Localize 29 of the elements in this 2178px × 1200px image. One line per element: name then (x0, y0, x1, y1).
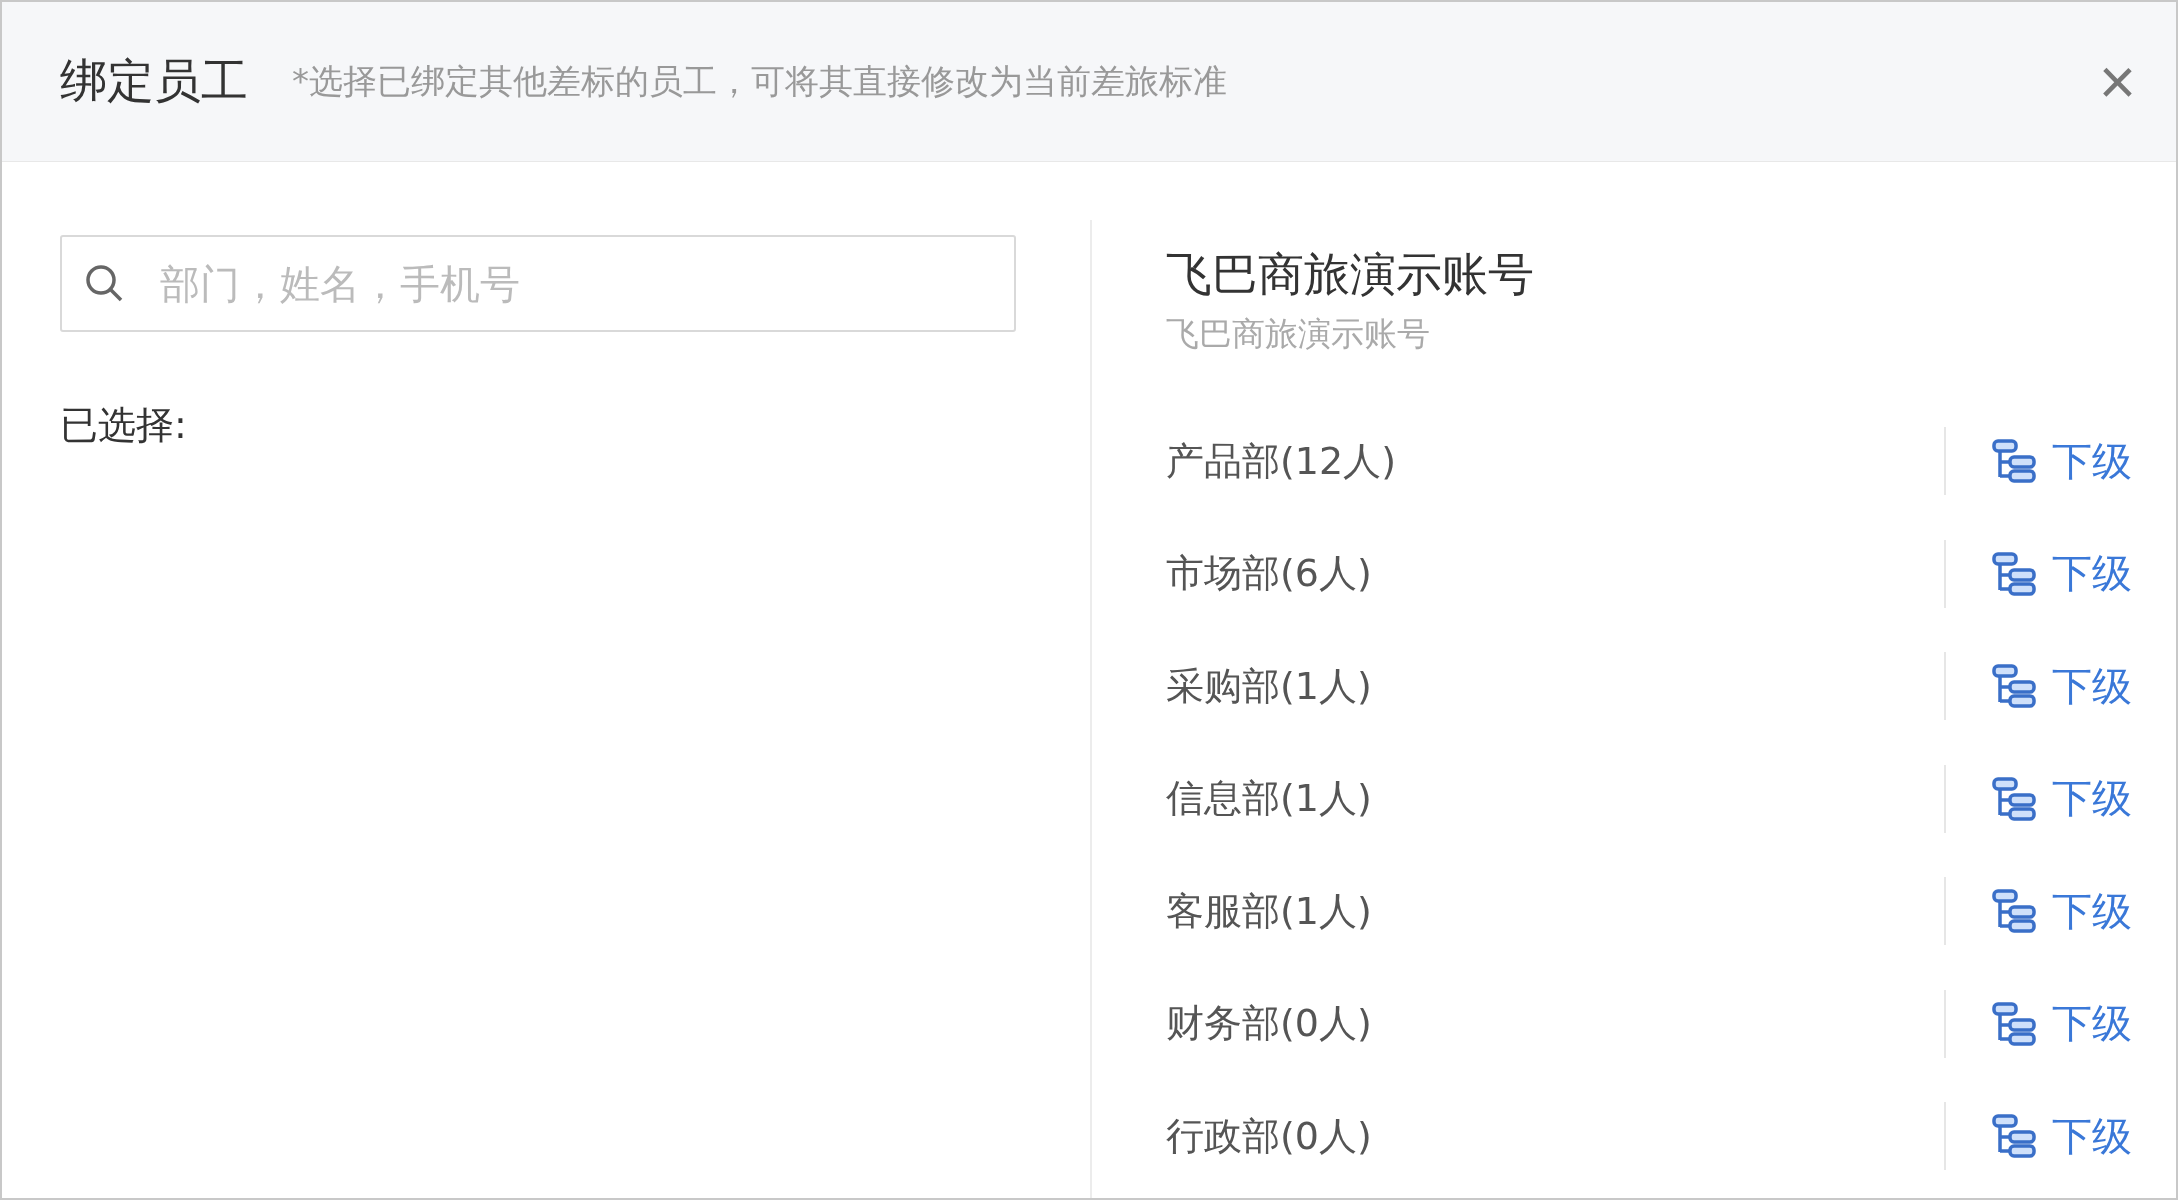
subordinate-link[interactable]: 下级 (1992, 996, 2132, 1052)
hierarchy-icon (1992, 1001, 2038, 1046)
department-name: 产品部(12人) (1166, 437, 1397, 485)
hierarchy-icon (1992, 664, 2038, 709)
department-name: 财务部(0人) (1166, 1000, 1373, 1048)
hierarchy-icon (1992, 551, 2038, 596)
search-field[interactable]: 部门，姓名，手机号 (60, 235, 1016, 332)
department-name: 行政部(0人) (1166, 1112, 1373, 1160)
department-name: 信息部(1人) (1166, 775, 1373, 823)
hierarchy-icon (1992, 439, 2038, 484)
subordinate-link[interactable]: 下级 (1992, 883, 2132, 939)
department-name: 客服部(1人) (1166, 887, 1373, 935)
hierarchy-icon (1992, 1114, 2038, 1159)
selected-label: 已选择: (60, 402, 188, 449)
hierarchy-icon (1992, 889, 2038, 934)
search-icon (84, 263, 124, 303)
organization-subtitle: 飞巴商旅演示账号 (1166, 313, 1431, 355)
dialog-hint: *选择已绑定其他差标的员工，可将其直接修改为当前差旅标准 (292, 59, 1228, 103)
subordinate-link[interactable]: 下级 (1992, 771, 2132, 827)
department-name: 采购部(1人) (1166, 662, 1373, 710)
department-name: 市场部(6人) (1166, 550, 1373, 598)
subordinate-link[interactable]: 下级 (1992, 1108, 2132, 1164)
dialog-title: 绑定员工 (60, 52, 248, 110)
subordinate-link[interactable]: 下级 (1992, 433, 2132, 489)
subordinate-link[interactable]: 下级 (1992, 658, 2132, 714)
subordinate-link[interactable]: 下级 (1992, 546, 2132, 602)
close-button[interactable]: × (2088, 49, 2146, 114)
organization-name: 飞巴商旅演示账号 (1166, 246, 1535, 303)
hierarchy-icon (1992, 776, 2038, 821)
